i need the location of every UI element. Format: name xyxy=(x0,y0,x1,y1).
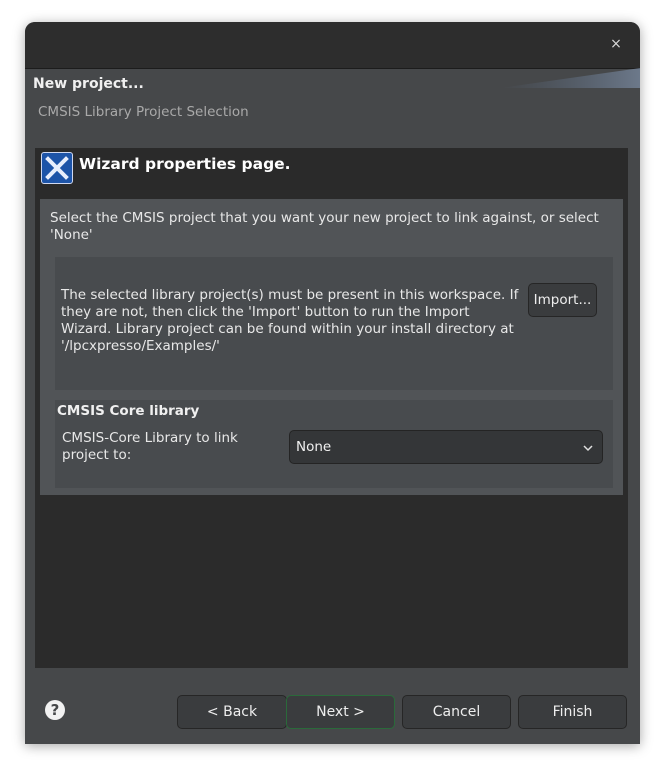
content-area: Select the CMSIS project that you want y… xyxy=(35,190,628,668)
banner-decoration xyxy=(500,68,640,88)
cmsis-core-group: CMSIS Core library CMSIS-Core Library to… xyxy=(55,400,613,488)
info-text: The selected library project(s) must be … xyxy=(61,287,519,354)
close-icon[interactable]: × xyxy=(608,36,624,52)
group-title: CMSIS Core library xyxy=(57,403,200,419)
help-icon[interactable]: ? xyxy=(45,700,65,720)
wizard-title: New project... xyxy=(33,76,144,92)
wizard-subtitle: CMSIS Library Project Selection xyxy=(38,104,249,120)
next-button[interactable]: Next > xyxy=(286,695,395,729)
cancel-button[interactable]: Cancel xyxy=(402,695,511,729)
core-library-select[interactable]: None xyxy=(289,430,603,464)
wizard-logo-icon xyxy=(41,152,73,184)
page-header: Wizard properties page. xyxy=(35,148,628,191)
title-bar: × xyxy=(25,22,640,69)
selection-panel: Select the CMSIS project that you want y… xyxy=(40,199,623,495)
wizard-window: × New project... CMSIS Library Project S… xyxy=(25,22,640,744)
core-library-label: CMSIS-Core Library to link project to: xyxy=(62,430,238,463)
chevron-down-icon xyxy=(583,445,593,452)
select-value: None xyxy=(296,439,332,455)
page-header-title: Wizard properties page. xyxy=(79,155,291,173)
info-box: The selected library project(s) must be … xyxy=(55,257,613,390)
intro-text: Select the CMSIS project that you want y… xyxy=(50,210,599,243)
finish-button[interactable]: Finish xyxy=(518,695,627,729)
import-button[interactable]: Import... xyxy=(528,283,597,317)
back-button[interactable]: < Back xyxy=(177,695,287,729)
